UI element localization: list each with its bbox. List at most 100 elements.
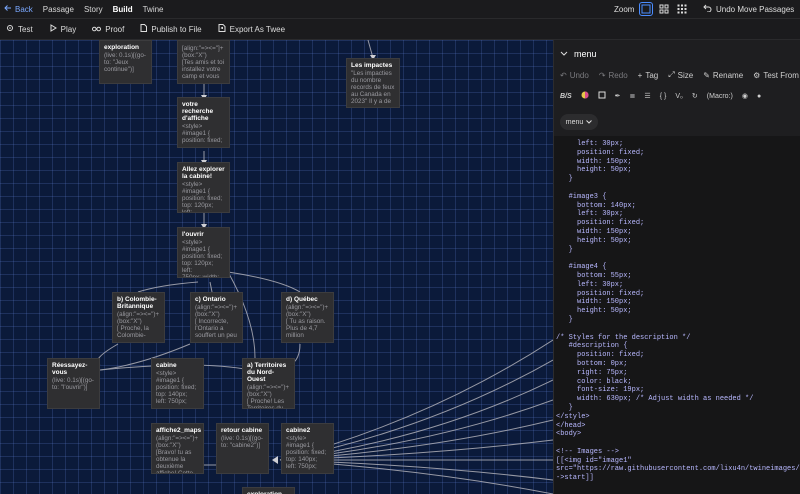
passage-title: affiche2_maps [156, 427, 202, 434]
test-from-label: Test From [763, 70, 799, 80]
passage-excerpt: (live: 0.1s)[(go-to: "Jeux continue")] [104, 52, 146, 73]
variable-icon[interactable]: V₀ [675, 93, 683, 100]
test-from-button[interactable]: ⚙ Test From [753, 70, 799, 80]
zoom-medium-icon[interactable] [658, 3, 670, 15]
arrow-left-icon [4, 4, 12, 14]
code-line: color: black; [556, 377, 632, 386]
eye-icon[interactable]: ◉ [742, 92, 748, 100]
braces-icon[interactable]: { } [660, 93, 667, 100]
publish-button[interactable]: Publish to File [140, 24, 202, 34]
code-line: bottom: 0px; [556, 359, 628, 368]
code-line: position: fixed; [556, 351, 645, 360]
passage-card[interactable]: exploration (live: 0.1s)[(go-to: "Jeux c… [99, 40, 152, 84]
glasses-icon [92, 24, 102, 34]
rename-button[interactable]: ✎ Rename [703, 70, 743, 80]
panel-header: menu [560, 49, 597, 59]
menu-passage[interactable]: Passage [43, 5, 74, 14]
zoom-controls: Zoom [614, 0, 688, 18]
undo-button[interactable]: ↶ Undo [560, 70, 589, 80]
undo-label: Undo [569, 70, 589, 80]
redo-label: Redo [608, 70, 628, 80]
zoom-small-icon[interactable] [676, 3, 688, 15]
menu-twine[interactable]: Twine [143, 5, 164, 14]
passage-card[interactable]: exploration [242, 487, 295, 494]
tag-label: Tag [645, 70, 659, 80]
proof-button[interactable]: Proof [92, 24, 124, 34]
export-button[interactable]: Export As Twee [218, 24, 285, 34]
passage-card[interactable]: Réessayez-vous (live: 0.1s)[(go-to: "l'o… [47, 358, 100, 409]
code-line: width: 150px; [556, 157, 632, 166]
plus-icon: + [637, 70, 643, 80]
align-center-icon[interactable]: ☰ [644, 92, 650, 100]
passage-title: retour cabine [221, 427, 263, 434]
play-button[interactable]: Play [49, 24, 77, 34]
tag-button[interactable]: + Tag [638, 70, 659, 80]
passage-card[interactable]: a) Territoires du Nord-Ouest (align:"=><… [242, 358, 295, 409]
passage-card[interactable]: affiche2_maps (align:"=><=")+(box:"X") [… [151, 423, 204, 474]
code-line: height: 50px; [556, 307, 632, 316]
passage-edit-panel: menu ↶ Undo ↷ Redo + Tag ⤢ Size ✎ Rename ⚙ Tes… [553, 40, 800, 494]
passage-excerpt: <style> #image1 { position: fixed; top: … [286, 435, 327, 470]
code-line: #image3 { [556, 192, 607, 201]
code-line: bottom: 55px; [556, 271, 632, 280]
color-icon[interactable] [581, 91, 589, 101]
passage-card[interactable]: d) Québec (align:"=><=")+(box:"X") [ Tu … [281, 292, 334, 343]
passage-text-editor[interactable]: left: 30px; position: fixed; width: 150p… [554, 136, 800, 494]
back-label: Back [15, 4, 33, 14]
back-button[interactable]: Back [4, 4, 33, 14]
undo-move-button[interactable]: Undo Move Passages [703, 0, 794, 18]
passage-card[interactable]: [align:"=><="]+(box:"X") [Tes amis et to… [177, 40, 230, 84]
passage-card[interactable]: retour cabine (live: 0.1s)[(go-to: "cabi… [216, 423, 269, 474]
loading-icon[interactable]: ↻ [692, 92, 698, 100]
code-line: width: 630px; /* Adjust width as needed … [556, 395, 754, 404]
passage-title: a) Territoires du Nord-Ouest [247, 362, 287, 383]
code-line: [[<img id="image1" [556, 456, 632, 465]
chevron-down-icon[interactable] [560, 49, 568, 59]
passage-title: cabine2 [286, 427, 311, 434]
rename-label: Rename [712, 70, 744, 80]
code-line: src="https://raw.githubusercontent.com/l… [556, 465, 800, 474]
test-button[interactable]: Test [6, 24, 33, 34]
passage-excerpt: (live: 0.1s)[(go-to: "cabine2")] [221, 435, 263, 449]
undo-icon [703, 4, 712, 14]
build-toolbar: Test Play Proof Publish to File Export A… [0, 19, 800, 40]
passage-excerpt: <style> #image1 { position: fixed; top: … [182, 181, 223, 213]
passage-title: c) Ontario [195, 296, 226, 303]
brush-icon[interactable]: ✒ [615, 92, 621, 100]
play-label: Play [60, 24, 77, 34]
code-line: width: 150px; [556, 298, 632, 307]
passage-card[interactable]: Les impactes "Les impacties du nombre re… [346, 58, 400, 108]
square-icon[interactable] [598, 91, 606, 101]
size-button[interactable]: ⤢ Size [668, 70, 693, 80]
passage-title: b) Colombie-Britannique [117, 296, 157, 310]
code-line: font-size: 19px; [556, 386, 645, 395]
passage-card[interactable]: Allez explorer la cabine! <style> #image… [177, 162, 230, 213]
passage-excerpt: <style> #image1 { position: fixed; top: … [156, 370, 197, 405]
list-icon[interactable]: ≣ [630, 92, 636, 100]
code-line: width: 150px; [556, 227, 632, 236]
code-line: left: 30px; [556, 210, 624, 219]
redo-button[interactable]: ↷ Redo [599, 70, 628, 80]
passage-card[interactable]: l'ouvrir <style> #image1 { position: fix… [177, 227, 230, 278]
passage-card[interactable]: cabine2 <style> #image1 { position: fixe… [281, 423, 334, 474]
bold-italic-icon[interactable]: B/S [560, 93, 572, 100]
menu-story[interactable]: Story [84, 5, 103, 14]
passage-excerpt: (align:"=><=")+(box:"X") [ Incorrecte, l… [195, 304, 238, 339]
passage-card[interactable]: votre recherche d'affiche <style> #image… [177, 97, 230, 148]
test-label: Test [18, 24, 33, 34]
menu-build[interactable]: Build [113, 5, 133, 14]
comment-icon[interactable]: ● [757, 93, 761, 100]
passage-card[interactable]: b) Colombie-Britannique (align:"=><=")+(… [112, 292, 165, 343]
macro-button[interactable]: (Macro:) [707, 93, 733, 100]
panel-actions: ↶ Undo ↷ Redo + Tag ⤢ Size ✎ Rename ⚙ Test Fro… [560, 70, 799, 80]
zoom-large-icon[interactable] [639, 2, 654, 16]
passage-card[interactable]: c) Ontario (align:"=><=")+(box:"X") [ In… [190, 292, 243, 343]
story-format-mode-select[interactable]: menu [560, 114, 598, 130]
passage-card[interactable]: cabine <style> #image1 { position: fixed… [151, 358, 204, 409]
passage-title: Réessayez-vous [52, 362, 88, 376]
story-map-canvas[interactable]: exploration (live: 0.1s)[(go-to: "Jeux c… [0, 40, 553, 494]
